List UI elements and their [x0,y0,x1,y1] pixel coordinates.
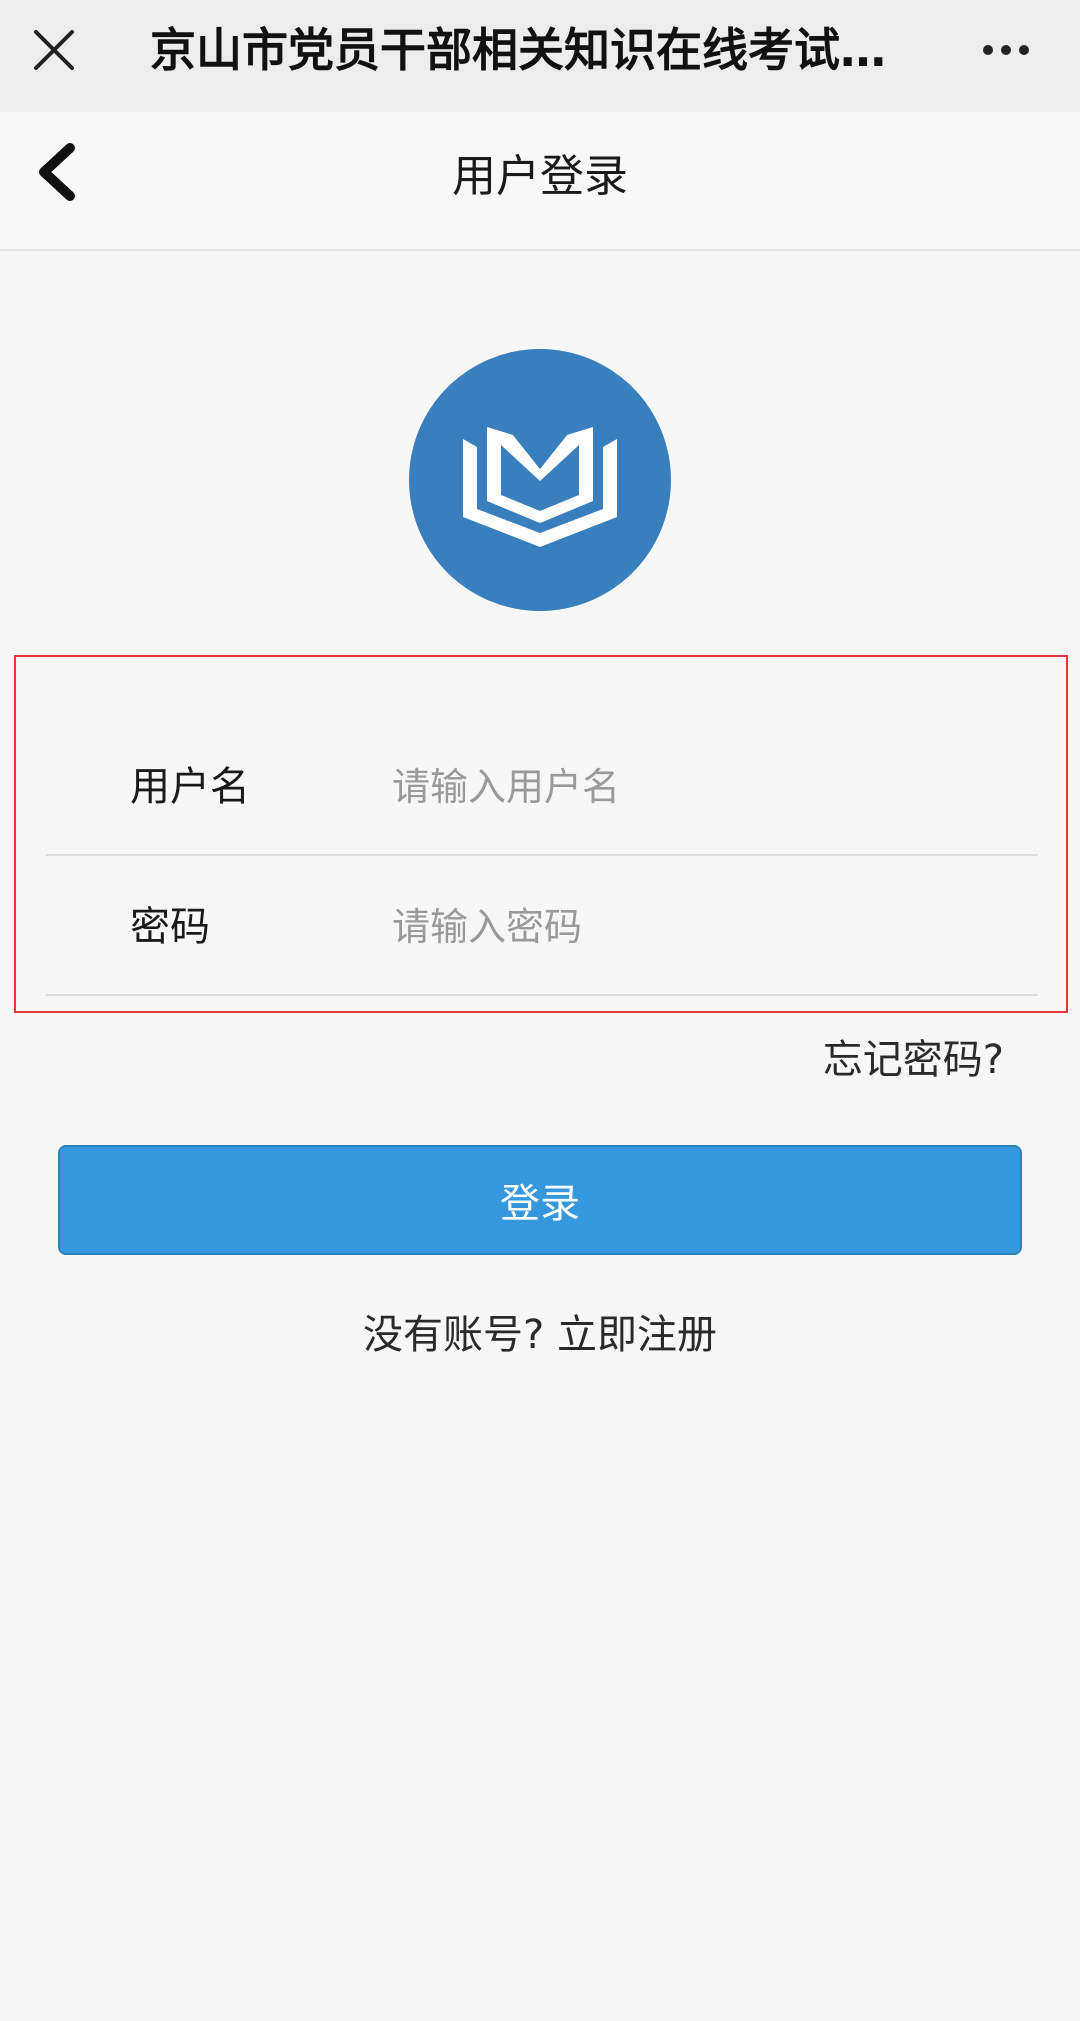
username-input[interactable] [392,757,1032,817]
register-prompt-text: 没有账号? [363,1312,545,1358]
open-book-logo-icon [463,427,617,547]
password-label: 密码 [130,904,210,950]
more-dots-icon[interactable] [976,20,1036,80]
register-prompt: 没有账号? 立即注册 [0,1305,1080,1365]
divider [46,854,1038,856]
login-button[interactable]: 登录 [58,1145,1022,1255]
page-title: 用户登录 [452,151,628,202]
browser-page-title: 京山市党员干部相关知识在线考试... [150,23,890,77]
browser-top-bar: 京山市党员干部相关知识在线考试... [0,0,1080,112]
password-input[interactable] [392,897,1032,957]
app-logo [409,349,671,611]
page-header: 用户登录 [0,112,1080,251]
forgot-password-link[interactable]: 忘记密码? [823,1030,1004,1090]
chevron-left-icon[interactable] [30,140,90,204]
username-label: 用户名 [130,764,250,810]
register-link[interactable]: 立即注册 [557,1312,717,1358]
divider [46,994,1038,996]
login-form: 用户名 密码 [14,655,1068,1013]
close-icon[interactable] [24,20,84,80]
